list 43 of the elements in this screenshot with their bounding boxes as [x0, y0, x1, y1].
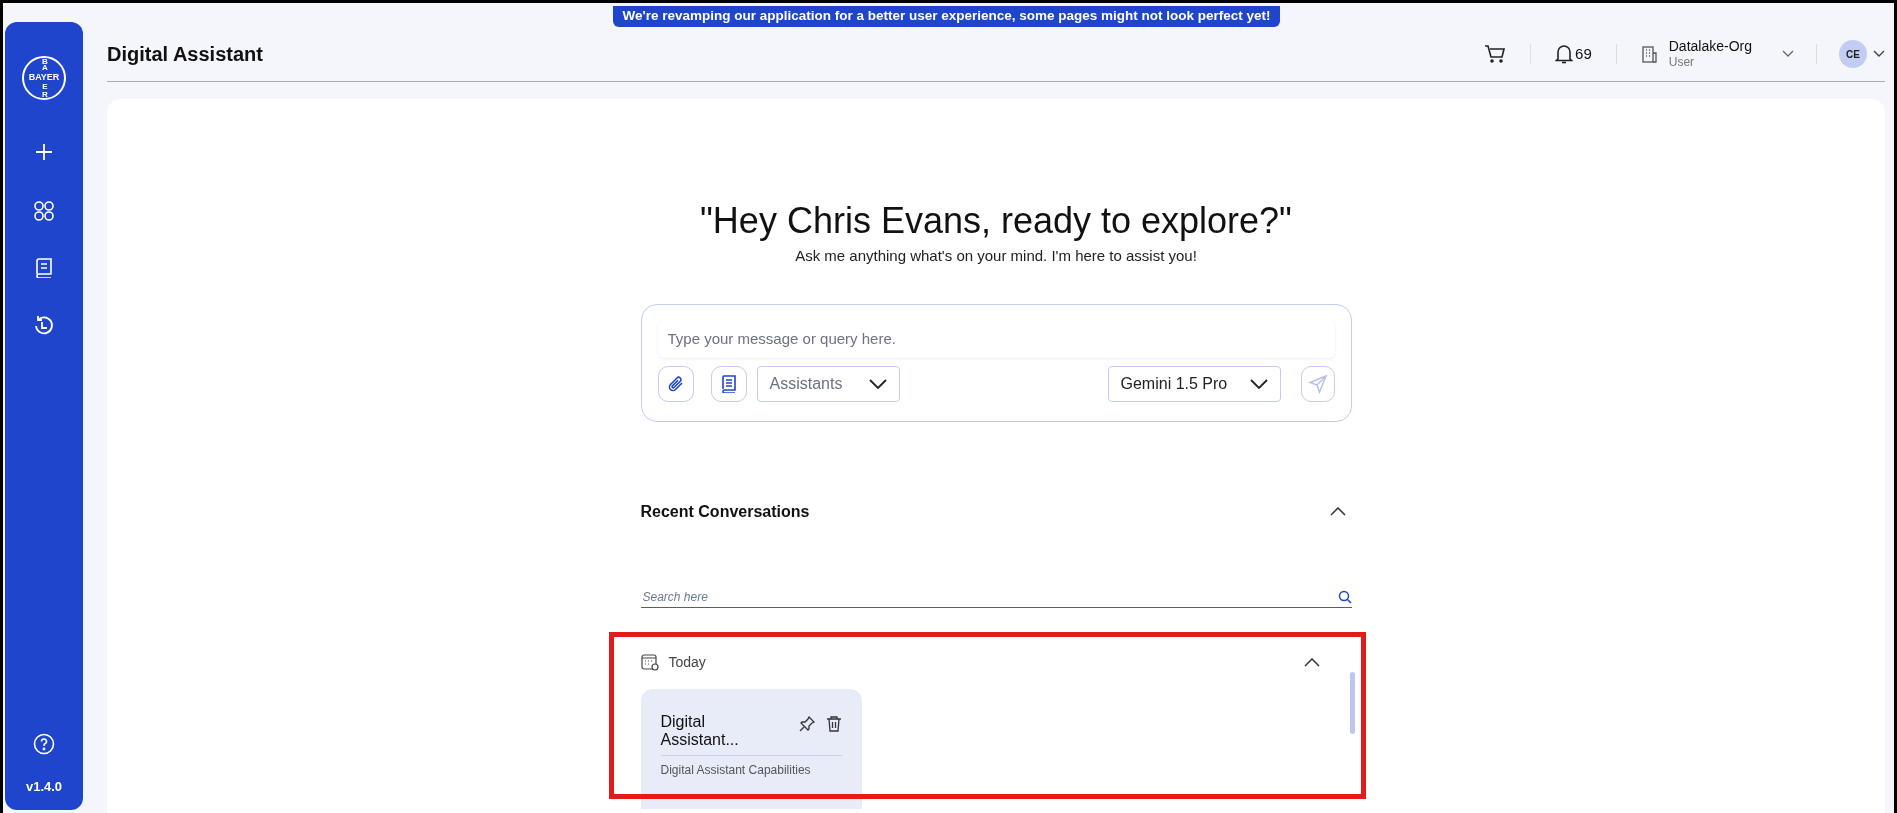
chevron-up-icon — [1303, 657, 1320, 667]
history-icon[interactable] — [33, 314, 55, 336]
attach-button[interactable] — [657, 365, 694, 402]
version-label: v1.4.0 — [25, 777, 63, 796]
page-title: Digital Assistant — [107, 42, 263, 67]
greeting-heading: "Hey Chris Evans, ready to explore?" — [700, 199, 1292, 243]
announcement-banner: We're revamping our application for a better user experience, some pages might not look perfect yet! — [613, 6, 1280, 27]
message-input[interactable]: Type your message or query here. — [657, 319, 1335, 358]
conversation-subtitle: Digital Assistant Capabilities — [660, 761, 812, 779]
notifications-button[interactable]: 69 — [1555, 42, 1592, 66]
library-button[interactable] — [710, 365, 747, 402]
composer-panel[interactable]: Type your message or query here. Assistants Gemini 1.5 Pro — [640, 303, 1352, 422]
delete-icon[interactable] — [825, 714, 842, 733]
paperclip-icon — [666, 374, 685, 393]
scrollbar-thumb[interactable] — [1349, 671, 1355, 734]
section-heading: Recent Conversations — [640, 501, 810, 522]
bayer-logo[interactable]: BA BAYER ER — [22, 56, 66, 100]
send-icon — [1307, 373, 1328, 394]
new-chat-icon[interactable] — [34, 142, 54, 162]
book-icon[interactable] — [35, 258, 53, 278]
collapse-toggle[interactable] — [1303, 657, 1320, 667]
chevron-up-icon — [1329, 507, 1346, 516]
building-icon — [1640, 45, 1659, 63]
cart-icon[interactable] — [1484, 44, 1507, 64]
conversation-card[interactable]: Digital Assistant... Digital Assistant Capabilities — [640, 688, 862, 809]
assistants-dropdown[interactable]: Assistants — [756, 365, 900, 402]
organization-selector[interactable]: Datalake-Org User — [1640, 38, 1794, 70]
calendar-icon — [640, 653, 659, 671]
collapse-toggle[interactable] — [1329, 507, 1346, 516]
chevron-down-icon — [1249, 378, 1268, 389]
group-label: Today — [668, 652, 706, 672]
search-icon — [1337, 589, 1352, 604]
book-icon — [721, 374, 736, 393]
chevron-down-icon — [1873, 50, 1885, 58]
greeting-subtitle: Ask me anything what's on your mind. I'm here to assist you! — [795, 246, 1197, 266]
apps-grid-icon[interactable] — [33, 200, 55, 222]
conversation-title: Digital Assistant... — [660, 712, 740, 749]
pin-icon[interactable] — [797, 714, 816, 733]
bell-icon — [1555, 44, 1574, 64]
chevron-down-icon — [1782, 50, 1794, 58]
help-icon[interactable] — [33, 732, 55, 755]
chevron-down-icon — [868, 378, 887, 389]
model-dropdown[interactable]: Gemini 1.5 Pro — [1107, 365, 1281, 402]
